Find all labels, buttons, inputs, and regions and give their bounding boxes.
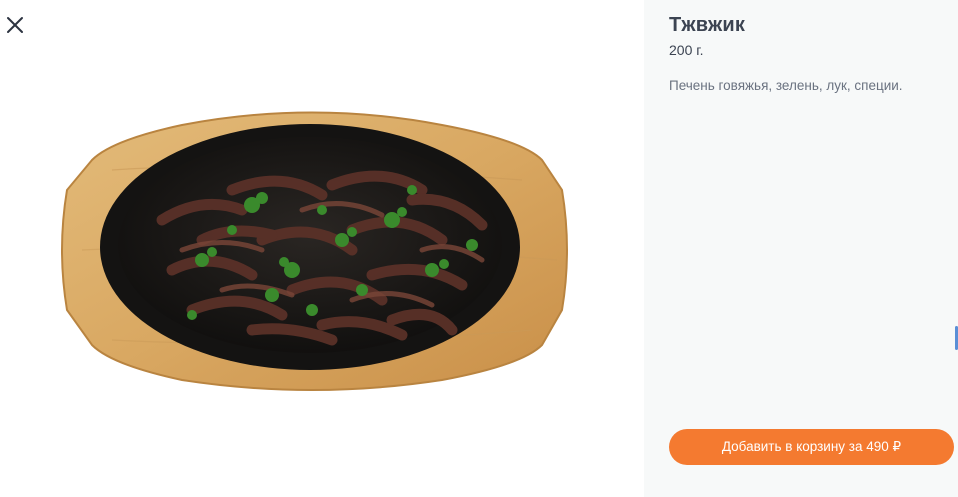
dish-photo bbox=[61, 111, 568, 391]
close-icon bbox=[7, 17, 23, 33]
product-title: Тжвжик bbox=[669, 14, 746, 36]
add-to-cart-button[interactable]: Добавить в корзину за 490 ₽ bbox=[669, 429, 954, 465]
product-info-pane: Тжвжик 200 г. Печень говяжья, зелень, лу… bbox=[644, 0, 958, 497]
close-button[interactable] bbox=[4, 14, 26, 36]
product-image-pane bbox=[0, 0, 644, 497]
product-modal: Тжвжик 200 г. Печень говяжья, зелень, лу… bbox=[0, 0, 958, 497]
product-weight: 200 г. bbox=[669, 42, 704, 58]
product-description: Печень говяжья, зелень, лук, специи. bbox=[669, 78, 903, 93]
